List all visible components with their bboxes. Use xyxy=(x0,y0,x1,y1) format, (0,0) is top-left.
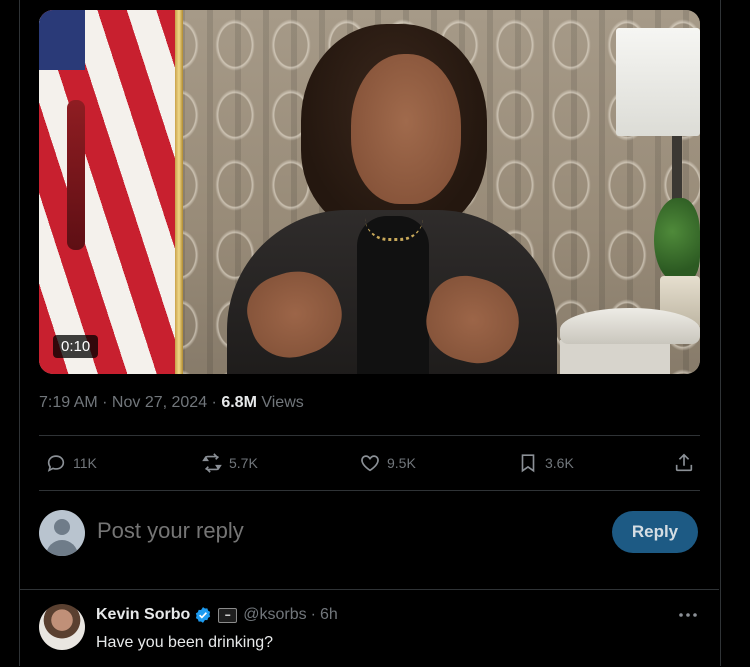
reply-button[interactable]: Reply xyxy=(612,511,698,553)
more-options-icon[interactable] xyxy=(677,608,699,622)
author-name[interactable]: Kevin Sorbo xyxy=(96,606,190,624)
video-duration-badge: 0:10 xyxy=(53,335,99,358)
repost-count: 5.7K xyxy=(229,455,258,471)
current-user-avatar[interactable] xyxy=(39,510,85,556)
like-icon xyxy=(361,455,379,472)
video-player[interactable]: 0:10 xyxy=(39,10,700,374)
side-table-base xyxy=(560,340,670,374)
divider xyxy=(39,490,700,491)
bookmark-icon xyxy=(521,454,535,473)
reply-icon xyxy=(47,455,65,472)
reply-action[interactable]: 11K xyxy=(45,446,97,480)
header-separator: · xyxy=(310,606,316,623)
post-metadata: 7:19 AM · Nov 27, 2024 · 6.8M Views xyxy=(39,394,304,412)
tweet-header: Kevin Sorbo ▬ @ksorbs · 6h xyxy=(96,606,338,624)
side-table xyxy=(560,308,700,344)
reply-count: 11K xyxy=(73,455,97,471)
tweet-time[interactable]: 6h xyxy=(320,606,338,624)
like-count: 9.5K xyxy=(387,455,416,471)
video-plant xyxy=(654,198,700,282)
reply-tweet[interactable]: Kevin Sorbo ▬ @ksorbs · 6h Have you been… xyxy=(19,589,719,667)
views-count: 6.8M xyxy=(221,394,257,411)
meta-separator: · xyxy=(207,394,222,411)
video-lamp xyxy=(616,28,700,136)
author-avatar[interactable] xyxy=(39,604,85,650)
affiliation-badge-icon[interactable]: ▬ xyxy=(218,607,238,623)
reply-input[interactable] xyxy=(97,518,517,544)
divider xyxy=(39,435,700,436)
reply-composer: Reply xyxy=(39,508,700,564)
share-icon xyxy=(675,453,693,472)
verified-badge-icon[interactable] xyxy=(194,606,212,624)
flag-canton xyxy=(39,10,85,70)
flag-tassel xyxy=(67,100,85,250)
post-time[interactable]: 7:19 AM xyxy=(39,394,98,411)
avatar-shoulders xyxy=(46,540,78,556)
lamp-base xyxy=(672,136,682,206)
post-actions-bar: 11K 5.7K 9.5K 3.6K xyxy=(39,446,700,480)
avatar-head xyxy=(54,519,70,535)
author-handle[interactable]: @ksorbs xyxy=(243,606,306,624)
post-date[interactable]: Nov 27, 2024 xyxy=(112,394,207,411)
tweet-text: Have you been drinking? xyxy=(96,634,274,651)
bookmark-count: 3.6K xyxy=(545,455,574,471)
meta-separator: · xyxy=(97,394,112,411)
repost-action[interactable]: 5.7K xyxy=(201,446,258,480)
video-flag xyxy=(39,10,179,374)
repost-icon xyxy=(202,453,222,473)
like-action[interactable]: 9.5K xyxy=(359,446,416,480)
speaker-face xyxy=(351,54,461,204)
views-label: Views xyxy=(256,394,304,411)
bookmark-action[interactable]: 3.6K xyxy=(517,446,574,480)
share-action[interactable] xyxy=(673,446,695,480)
flag-pole xyxy=(175,10,183,374)
